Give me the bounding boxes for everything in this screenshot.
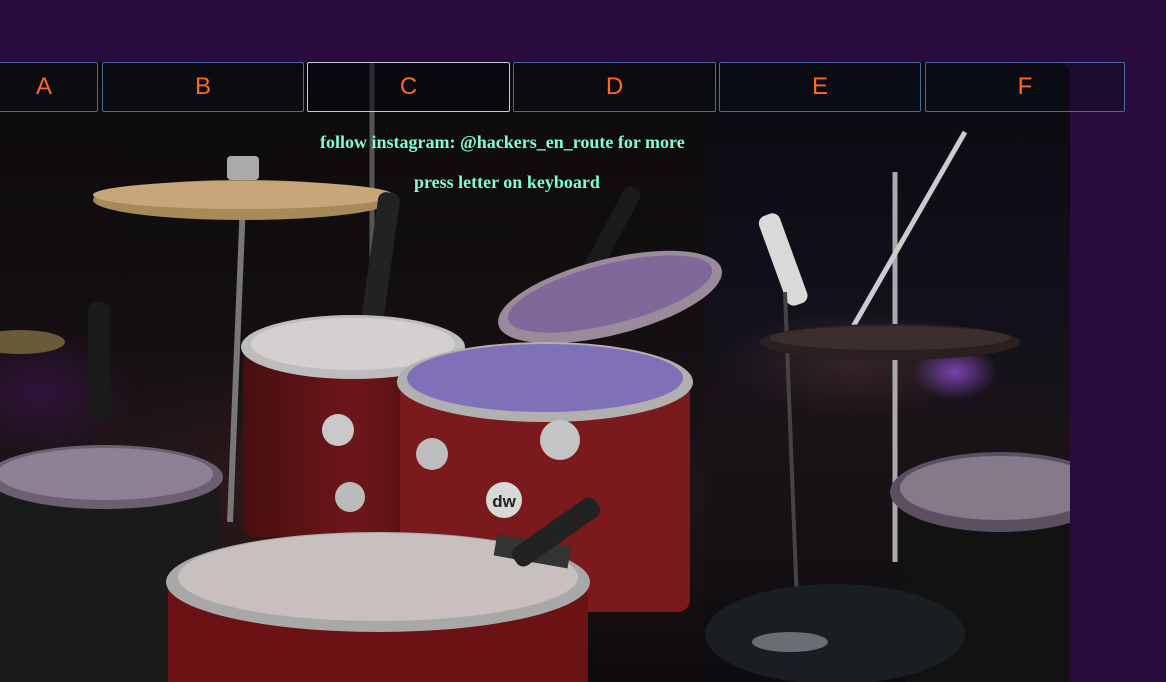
bass-drum-logo (752, 632, 828, 652)
drum-key-label: A (35, 73, 52, 100)
drum-badge-logo: dw (492, 492, 516, 511)
drum-key-label: F (1017, 73, 1033, 100)
instruction-message: press letter on keyboard (414, 172, 600, 192)
floor-tom-left-head (0, 448, 213, 500)
bass-drum-head (705, 584, 965, 682)
drum-key-e[interactable]: E (719, 62, 921, 112)
snare-microphone (88, 302, 110, 422)
drum-key-f[interactable]: F (925, 62, 1125, 112)
tom-lug (540, 420, 580, 460)
drum-key-d[interactable]: D (513, 62, 716, 112)
drum-key-label: B (194, 73, 211, 100)
cymbal-stand (227, 201, 246, 523)
drumkit-stage: dw follow instagram: @hackers_en_route f… (0, 62, 1070, 682)
drum-key-label: D (605, 73, 624, 100)
app-window: dw follow instagram: @hackers_en_route f… (0, 0, 1166, 682)
drum-key-row: A B C D E F (0, 62, 1125, 114)
crash-cymbal-shine (93, 181, 393, 209)
drum-key-c[interactable]: C (307, 62, 510, 112)
tom-lug (416, 438, 448, 470)
hihat-cymbal (0, 330, 65, 354)
right-cymbal-top (770, 326, 1010, 350)
cymbal-clamp (227, 156, 259, 180)
drum-key-label: C (399, 73, 418, 100)
tom-lug (335, 482, 365, 512)
drum-key-a[interactable]: A (0, 62, 98, 112)
boom-arm (847, 130, 968, 334)
tom-lug (322, 414, 354, 446)
drum-key-label: E (811, 73, 828, 100)
drum-kit-illustration: dw (0, 62, 1070, 682)
rack-tom-2-head (407, 344, 683, 412)
follow-message: follow instagram: @hackers_en_route for … (320, 132, 685, 152)
drum-key-b[interactable]: B (102, 62, 304, 112)
